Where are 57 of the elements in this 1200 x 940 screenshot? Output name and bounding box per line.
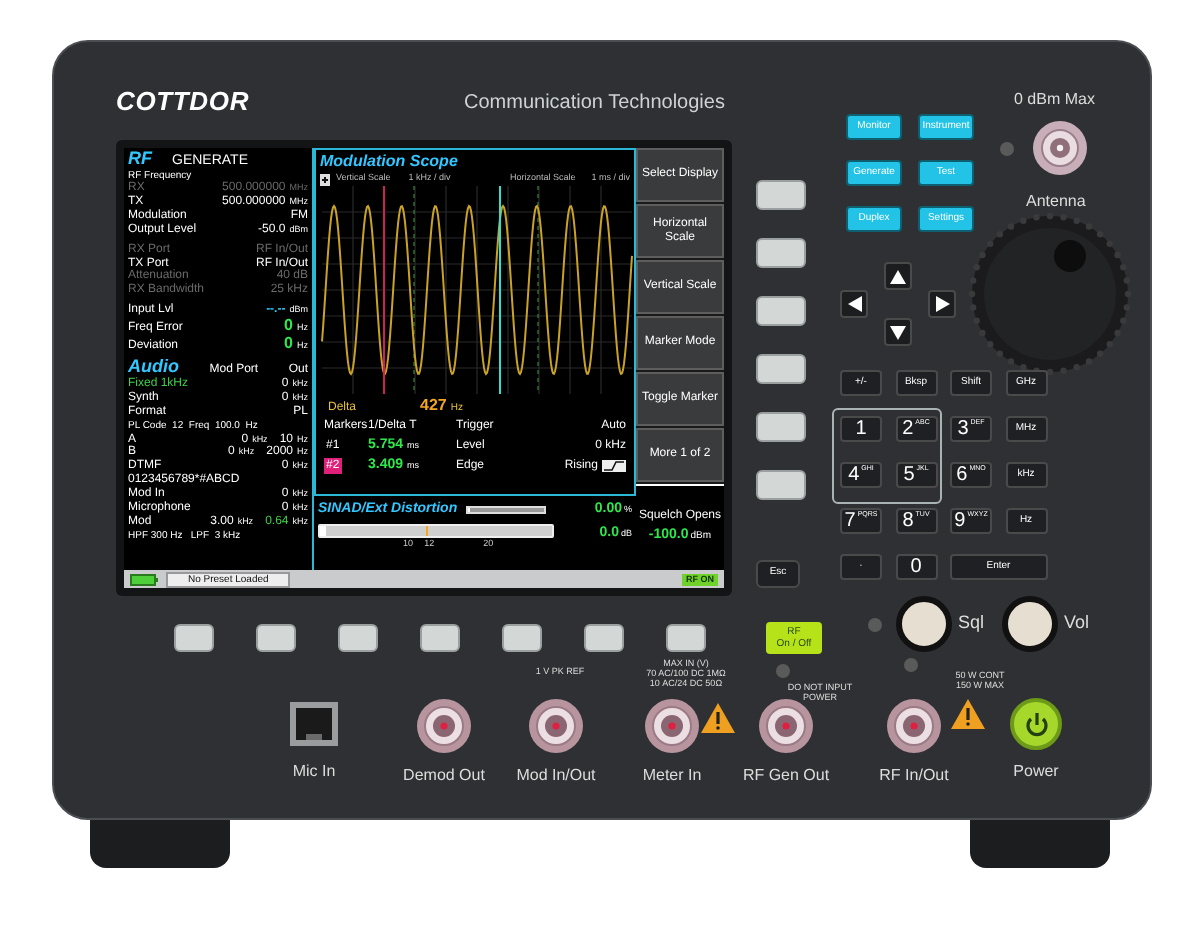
port-label: Power	[1013, 760, 1059, 784]
side-key[interactable]	[756, 296, 806, 326]
power-icon	[1023, 711, 1049, 737]
warning-icon	[950, 698, 986, 730]
antenna-connector	[1032, 120, 1088, 176]
port-label: RF In/Out	[879, 764, 949, 788]
soft-key[interactable]	[256, 624, 296, 652]
bnc-connector	[758, 698, 814, 754]
field-value: 0	[284, 318, 293, 333]
port-label: Meter In	[642, 764, 702, 788]
ethernet-port	[288, 698, 340, 750]
rising-edge-icon	[602, 460, 626, 472]
keypad-key[interactable]: 1	[840, 416, 882, 442]
arrow-key[interactable]	[884, 262, 912, 290]
bnc-connector	[528, 698, 584, 754]
keypad-outline	[832, 408, 942, 504]
arrow-key[interactable]	[928, 290, 956, 318]
port-label: Mic In	[292, 760, 336, 784]
soft-key[interactable]	[666, 624, 706, 652]
soft-key[interactable]	[338, 624, 378, 652]
arrow-key[interactable]	[840, 290, 868, 318]
delta-value: 427	[420, 394, 447, 418]
up-triangle-icon	[890, 269, 906, 283]
rating-label: 0 dBm Max	[1014, 88, 1095, 112]
field-value: 0	[284, 336, 293, 351]
brand-logo: COTTDOR	[116, 84, 250, 120]
zoom-icon[interactable]	[320, 173, 330, 185]
soft-key[interactable]	[584, 624, 624, 652]
side-key[interactable]	[756, 354, 806, 384]
bnc-connector	[416, 698, 472, 754]
port-label: Demod Out	[403, 764, 485, 788]
antenna-label: Antenna	[1026, 190, 1086, 214]
knob-label: Vol	[1064, 610, 1090, 636]
right-triangle-icon	[935, 296, 949, 312]
section-title: Audio	[128, 357, 179, 376]
side-key[interactable]	[756, 180, 806, 210]
warning-icon	[700, 702, 736, 734]
arrow-key[interactable]	[884, 318, 912, 346]
soft-key[interactable]	[502, 624, 542, 652]
knob-label: Sql	[958, 610, 985, 636]
side-key[interactable]	[756, 412, 806, 442]
battery-icon	[130, 573, 158, 585]
bnc-connector	[886, 698, 942, 754]
left-triangle-icon	[847, 296, 861, 312]
keypad-key[interactable]: 0	[895, 554, 937, 580]
side-key[interactable]	[756, 470, 806, 500]
soft-key[interactable]	[174, 624, 214, 652]
port-label: RF Gen Out	[742, 764, 830, 788]
panel-title: Modulation Scope	[318, 150, 460, 172]
down-triangle-icon	[890, 325, 906, 339]
section-title: RF	[128, 150, 152, 168]
soft-key[interactable]	[420, 624, 460, 652]
side-key[interactable]	[756, 238, 806, 268]
meter-indicator	[426, 526, 429, 536]
port-label: Mod In/Out	[516, 764, 596, 788]
brand-tagline: Communication Technologies	[464, 90, 725, 118]
bnc-connector	[644, 698, 700, 754]
